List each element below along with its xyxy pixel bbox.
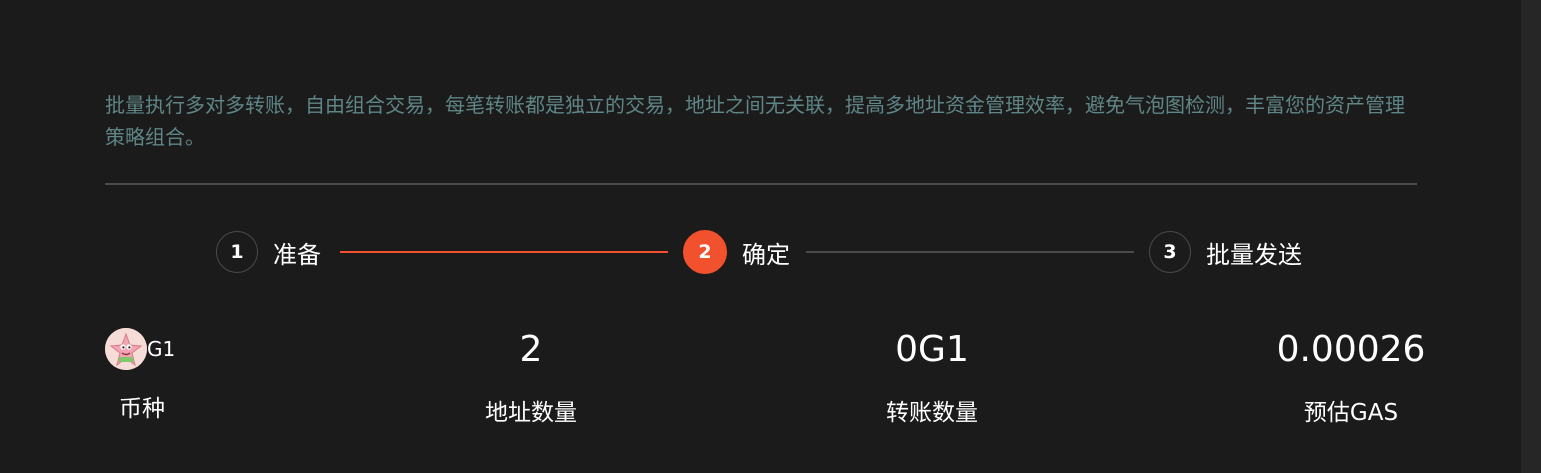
step-label: 确定 [742,240,790,269]
estimated-gas-value: 0.00026 [1276,329,1426,370]
coin-type-label: 币种 [119,396,165,422]
transfer-amount-value: 0G1 [895,329,969,370]
scrollbar[interactable] [1521,0,1541,473]
coin-display: G1 [105,328,175,370]
feature-description: 批量执行多对多转账，自由组合交易，每笔转账都是独立的交易，地址之间无关联，提高多… [105,93,1405,149]
address-count-value: 2 [519,329,543,370]
step-number-badge: 3 [1149,231,1191,273]
step-confirm: 2 确定 [683,230,790,274]
step-connector-pending [806,251,1134,253]
step-label: 批量发送 [1206,240,1302,269]
batch-transfer-page: 批量执行多对多转账，自由组合交易，每笔转账都是独立的交易，地址之间无关联，提高多… [0,0,1541,473]
step-prepare: 1 准备 [216,230,321,274]
estimated-gas-label: 预估GAS [1303,400,1399,426]
coin-name: G1 [147,337,176,361]
step-batch-send: 3 批量发送 [1149,230,1302,274]
address-count-label: 地址数量 [485,400,577,426]
step-label: 准备 [273,240,321,269]
step-connector-completed [340,251,668,253]
section-divider [105,183,1417,185]
step-number-badge-active: 2 [683,230,727,274]
transfer-amount-label: 转账数量 [886,400,978,426]
starfish-avatar-icon [105,328,147,370]
step-number-badge: 1 [216,231,258,273]
